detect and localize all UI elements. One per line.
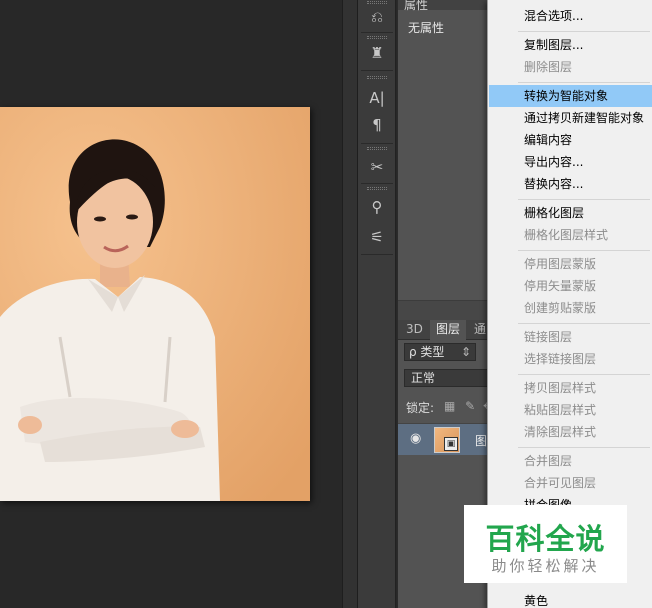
visibility-eye-icon[interactable]: ◉: [410, 431, 421, 446]
no-properties-label: 无属性: [408, 21, 445, 35]
menu-item-merge-layers[interactable]: 合并图层: [489, 450, 652, 472]
divider: [361, 70, 393, 71]
menu-item-disable-vector-mask[interactable]: 停用矢量蒙版: [489, 275, 652, 297]
tool-presets-icon[interactable]: ✂: [364, 156, 390, 178]
watermark-subtitle: 助你轻松解决: [491, 557, 600, 575]
menu-item-merge-visible[interactable]: 合并可见图层: [489, 472, 652, 494]
menu-item-create-clipping-mask[interactable]: 创建剪贴蒙版: [489, 297, 652, 319]
menu-item-export-contents[interactable]: 导出内容...: [489, 151, 652, 173]
character-icon[interactable]: A|: [364, 87, 390, 109]
tab-layers[interactable]: 图层: [430, 320, 467, 340]
menu-item-edit-contents[interactable]: 编辑内容: [489, 129, 652, 151]
photoshop-workspace: ⎌ ♜ A| ¶ ✂ ⚲ ⚟ 属性 无属性 3D 图层 通 ρ 类型 ⇕ 正常 锁…: [0, 0, 652, 608]
menu-item-new-smart-object-via-copy[interactable]: 通过拷贝新建智能对象: [489, 107, 652, 129]
menu-item-disable-layer-mask[interactable]: 停用图层蒙版: [489, 253, 652, 275]
panel-grip[interactable]: [367, 1, 387, 4]
menu-item-blending-options[interactable]: 混合选项...: [489, 5, 652, 27]
layer-filter-select[interactable]: ρ 类型 ⇕: [404, 343, 476, 361]
divider: [361, 183, 393, 184]
layer-filter-label: ρ 类型: [409, 345, 445, 359]
menu-item-paste-layer-style[interactable]: 粘贴图层样式: [489, 399, 652, 421]
menu-item-delete-layer[interactable]: 删除图层: [489, 56, 652, 78]
menu-separator: [518, 31, 650, 32]
menu-item-copy-layer-style[interactable]: 拷贝图层样式: [489, 377, 652, 399]
tab-3d[interactable]: 3D: [400, 320, 429, 340]
menu-item-link-layers[interactable]: 链接图层: [489, 326, 652, 348]
panel-grip[interactable]: [367, 36, 387, 39]
paragraph-icon[interactable]: ¶: [364, 114, 390, 136]
lock-transparent-icon[interactable]: ▦: [444, 399, 455, 413]
menu-item-replace-contents[interactable]: 替换内容...: [489, 173, 652, 195]
divider: [361, 254, 393, 255]
divider: [361, 32, 393, 33]
layer-name[interactable]: 图: [475, 432, 487, 449]
menu-item-duplicate-layer[interactable]: 复制图层...: [489, 34, 652, 56]
panel-dock-divider[interactable]: [342, 0, 358, 608]
menu-separator: [518, 82, 650, 83]
menu-separator: [518, 447, 650, 448]
brush-presets-icon[interactable]: ⚟: [364, 226, 390, 248]
menu-item-select-linked-layers[interactable]: 选择链接图层: [489, 348, 652, 370]
menu-separator: [518, 323, 650, 324]
properties-tab-label: 属性: [404, 0, 429, 12]
clone-source-icon[interactable]: ♜: [364, 42, 390, 64]
brush-icon[interactable]: ⚲: [364, 196, 390, 218]
portrait-photo: [0, 107, 310, 501]
divider: [361, 143, 393, 144]
panel-grip[interactable]: [367, 76, 387, 79]
menu-item-yellow[interactable]: 黄色: [489, 590, 652, 608]
watermark: 百科全说 助你轻松解决: [464, 505, 627, 583]
panel-grip[interactable]: [367, 147, 387, 150]
menu-item-convert-to-smart-object[interactable]: 转换为智能对象: [489, 85, 652, 107]
menu-item-clear-layer-style[interactable]: 清除图层样式: [489, 421, 652, 443]
menu-separator: [518, 374, 650, 375]
lock-icons: ▦ ✎ ✥: [444, 399, 493, 413]
updown-icon: ⇕: [460, 345, 471, 359]
menu-item-rasterize-layer[interactable]: 栅格化图层: [489, 202, 652, 224]
lock-brush-icon[interactable]: ✎: [465, 399, 475, 413]
panel-grip[interactable]: [367, 187, 387, 190]
smart-object-badge-icon: ▣: [444, 437, 458, 451]
collapsed-panels-column: ⎌ ♜ A| ¶ ✂ ⚲ ⚟: [358, 0, 396, 608]
watermark-title: 百科全说: [485, 522, 606, 556]
document-canvas[interactable]: [0, 0, 342, 608]
menu-separator: [518, 250, 650, 251]
lock-label: 锁定:: [406, 401, 435, 415]
history-icon[interactable]: ⎌: [364, 6, 390, 28]
menu-separator: [518, 199, 650, 200]
menu-item-rasterize-layer-style[interactable]: 栅格化图层样式: [489, 224, 652, 246]
